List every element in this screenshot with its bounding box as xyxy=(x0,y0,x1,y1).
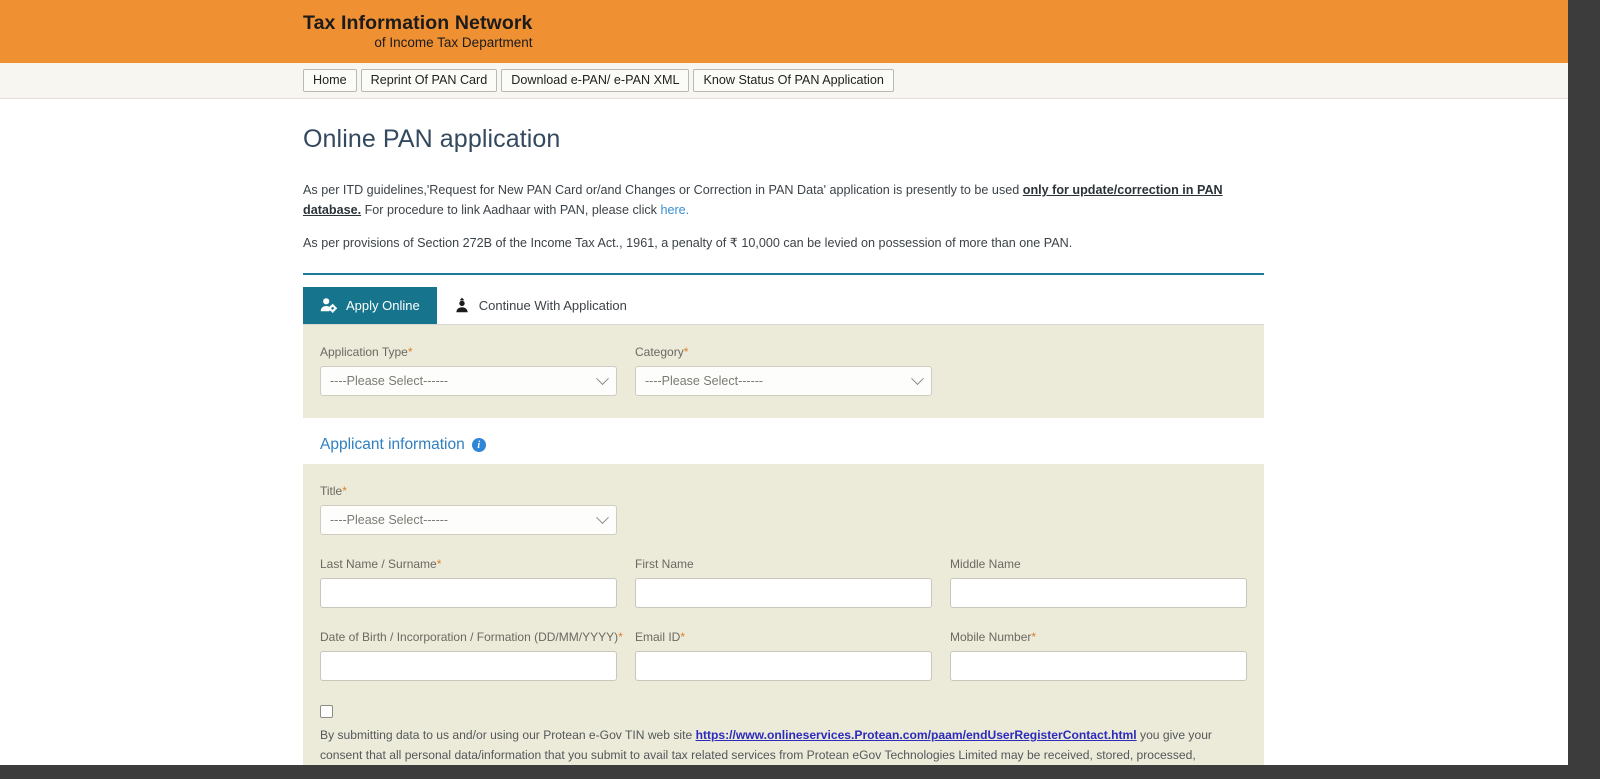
application-type-value: ----Please Select------ xyxy=(330,374,449,389)
application-type-label: Application Type* xyxy=(320,345,617,359)
tab-continue-label: Continue With Application xyxy=(478,297,627,313)
title-label: Title* xyxy=(320,484,617,498)
page-root: Tax Information Network of Income Tax De… xyxy=(0,0,1568,779)
last-name-label-text: Last Name / Surname xyxy=(320,557,437,572)
first-name-label: First Name xyxy=(635,557,932,571)
required-marker: * xyxy=(342,484,347,499)
email-label-text: Email ID xyxy=(635,630,681,645)
middle-name-label: Middle Name xyxy=(950,557,1247,571)
category-label: Category* xyxy=(635,345,932,359)
intro-paragraph: As per ITD guidelines,'Request for New P… xyxy=(303,180,1264,221)
logo-subtitle: of Income Tax Department xyxy=(374,35,533,51)
section-divider xyxy=(303,273,1264,276)
last-name-label: Last Name / Surname* xyxy=(320,557,617,571)
applicant-information-heading: Applicant information i xyxy=(303,418,1264,465)
applicant-information-label: Applicant information xyxy=(320,436,465,454)
application-type-row: Application Type* ----Please Select-----… xyxy=(320,345,1247,397)
site-header: Tax Information Network of Income Tax De… xyxy=(0,0,1568,63)
mobile-label-text: Mobile Number xyxy=(950,630,1032,645)
required-marker: * xyxy=(436,557,442,572)
user-gear-icon xyxy=(320,297,337,313)
main-content: Online PAN application As per ITD guidel… xyxy=(303,99,1264,779)
title-select[interactable]: ----Please Select------ xyxy=(320,505,617,536)
field-dob: Date of Birth / Incorporation / Formatio… xyxy=(320,630,623,682)
aadhaar-link[interactable]: here. xyxy=(660,203,689,217)
intro-text-part2: For procedure to link Aadhaar with PAN, … xyxy=(361,203,661,218)
main-navigation: Home Reprint Of PAN Card Download e-PAN/… xyxy=(0,63,1568,99)
mobile-label: Mobile Number* xyxy=(950,630,1247,644)
nav-reprint-pan-card[interactable]: Reprint Of PAN Card xyxy=(360,68,498,93)
field-application-type: Application Type* ----Please Select-----… xyxy=(320,345,617,397)
application-type-block: Application Type* ----Please Select-----… xyxy=(303,325,1264,419)
field-title: Title* ----Please Select------ xyxy=(320,484,617,536)
required-marker: * xyxy=(618,630,623,645)
intro-text-part1: As per ITD guidelines,'Request for New P… xyxy=(303,183,1023,197)
tab-apply-online[interactable]: Apply Online xyxy=(303,287,437,325)
title-value: ----Please Select------ xyxy=(330,513,449,528)
contact-row: Date of Birth / Incorporation / Formatio… xyxy=(320,630,1247,682)
category-select[interactable]: ----Please Select------ xyxy=(635,366,932,397)
tin-website-link[interactable]: https://www.onlineservices.Protean.com/p… xyxy=(696,728,1137,742)
field-email: Email ID* xyxy=(635,630,932,682)
title-label-text: Title xyxy=(320,484,343,499)
last-name-input[interactable] xyxy=(320,578,617,609)
field-first-name: First Name xyxy=(635,557,932,609)
consent-checkbox[interactable] xyxy=(320,705,333,719)
applicant-information-block: Title* ----Please Select------ Last Name… xyxy=(303,464,1264,779)
application-type-select[interactable]: ----Please Select------ xyxy=(320,366,617,397)
nav-home[interactable]: Home xyxy=(303,68,357,93)
tin-logo: Tax Information Network of Income Tax De… xyxy=(303,11,533,51)
chevron-down-icon xyxy=(596,510,609,524)
name-row: Last Name / Surname* First Name Middle N… xyxy=(320,557,1247,609)
category-value: ----Please Select------ xyxy=(645,374,764,389)
first-name-label-text: First Name xyxy=(635,557,694,572)
middle-name-label-text: Middle Name xyxy=(950,557,1021,572)
field-last-name: Last Name / Surname* xyxy=(320,557,617,609)
required-marker: * xyxy=(1031,630,1037,645)
nav-know-status[interactable]: Know Status Of PAN Application xyxy=(693,68,894,93)
email-label: Email ID* xyxy=(635,630,932,644)
chevron-down-icon xyxy=(911,371,924,385)
nav-download-epan[interactable]: Download e-PAN/ e-PAN XML xyxy=(501,68,690,93)
logo-title: Tax Information Network xyxy=(303,11,533,34)
required-marker: * xyxy=(683,345,689,360)
viewport-bottom-mask xyxy=(0,765,1568,779)
dob-input[interactable] xyxy=(320,651,617,682)
consent-seg1: By submitting data to us and/or using ou… xyxy=(320,728,696,743)
application-tabs: Apply Online Continue With Application xyxy=(303,287,1264,326)
chevron-down-icon xyxy=(596,371,609,385)
email-input[interactable] xyxy=(635,651,932,682)
mobile-input[interactable] xyxy=(950,651,1247,682)
first-name-input[interactable] xyxy=(635,578,932,609)
dob-label-text: Date of Birth / Incorporation / Formatio… xyxy=(320,630,619,645)
required-marker: * xyxy=(680,630,686,645)
info-icon[interactable]: i xyxy=(471,438,486,453)
tab-apply-online-label: Apply Online xyxy=(346,297,420,313)
field-category: Category* ----Please Select------ xyxy=(635,345,932,397)
dob-label: Date of Birth / Incorporation / Formatio… xyxy=(320,630,623,645)
tab-continue-with-application[interactable]: Continue With Application xyxy=(437,287,644,324)
title-row: Title* ----Please Select------ xyxy=(320,484,1247,536)
user-upload-icon xyxy=(454,297,470,313)
field-mobile: Mobile Number* xyxy=(950,630,1247,682)
category-label-text: Category xyxy=(635,345,684,360)
penalty-paragraph: As per provisions of Section 272B of the… xyxy=(303,235,1073,250)
page-title: Online PAN application xyxy=(303,125,561,153)
application-type-label-text: Application Type xyxy=(320,345,408,360)
field-middle-name: Middle Name xyxy=(950,557,1247,609)
required-marker: * xyxy=(407,345,413,360)
middle-name-input[interactable] xyxy=(950,578,1247,609)
